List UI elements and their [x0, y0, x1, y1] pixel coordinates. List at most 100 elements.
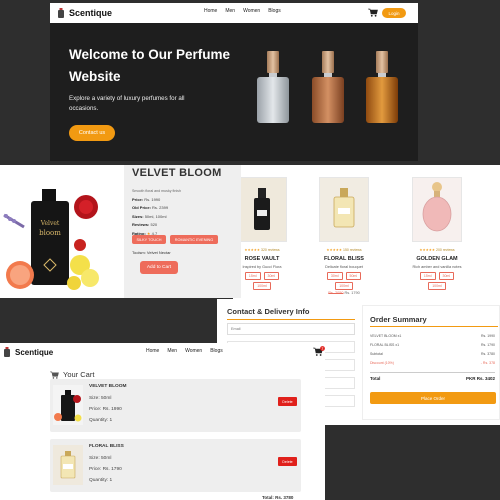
velvet-bloom-thumbnail [53, 385, 83, 425]
review-count: 200 reviews [436, 248, 455, 252]
hero-title: Welcome to Our Perfume Website [69, 47, 231, 84]
total-value: PKR Rs. 3402 [465, 376, 495, 381]
cart-item-name: FLORAL BLISS [89, 444, 124, 449]
summary-label: FLORAL BLISS x1 [370, 343, 400, 347]
size-option[interactable]: 50ml [345, 272, 362, 280]
velvet-bloom-product-image: Velvet bloom [0, 165, 124, 298]
delete-button[interactable]: Delete [278, 397, 297, 406]
cart-panel: Scentique Home Men Women Blogs 2 Your Ca… [0, 343, 325, 500]
cart-nav-links: Home Men Women Blogs [146, 348, 223, 354]
product-description: Rich amber and vanilla notes [412, 265, 462, 269]
golden-glam-bottle-icon [422, 182, 452, 232]
cart-total: Total: Rs. 3780 [262, 495, 294, 500]
size-option[interactable]: 15ml [244, 272, 261, 280]
size-option[interactable]: 100ml [335, 282, 353, 290]
sizes-value: 50ml, 100ml [144, 213, 167, 219]
old-price-value: Rs. 2399 [152, 205, 169, 211]
summary-row: VELVET BLOOM x1 Rs. 1990 [370, 334, 495, 338]
cart-item-size: Size: 50ml [89, 396, 112, 401]
detail-old-price: Old Price: Rs. 2399 [132, 204, 181, 213]
size-option[interactable]: 30ml [263, 272, 280, 280]
old-price: Rs. 2050 [328, 291, 344, 295]
cart-item-price: Price: Rs. 1790 [89, 467, 122, 472]
divider [370, 372, 495, 373]
nav-women[interactable]: Women [185, 348, 202, 354]
product-name: FLORAL BLISS [324, 256, 364, 262]
contact-us-button[interactable]: Contact us [69, 125, 115, 141]
cart-button[interactable]: 2 [313, 346, 325, 357]
order-summary-title: Order Summary [370, 315, 427, 324]
review-count: 320 reviews [261, 248, 280, 252]
bottle-label-velvet: Velvet [40, 220, 60, 227]
login-button[interactable]: Login [382, 8, 406, 18]
nav-home[interactable]: Home [204, 8, 217, 14]
current-price: Rs. 1790 [344, 291, 360, 295]
nav-home[interactable]: Home [146, 348, 159, 354]
cart-button[interactable] [368, 8, 378, 17]
tag-romantic-evening: ROMANTIC EVENING [170, 235, 218, 244]
your-cart-heading: Your Cart [50, 370, 94, 379]
brand-name: Scentique [15, 347, 54, 357]
brand-logo[interactable]: Scentique [57, 8, 112, 18]
place-order-button[interactable]: Place Order [370, 392, 496, 404]
contact-delivery-title: Contact & Delivery Info [227, 307, 310, 316]
product-detail-specs: Smooth floral and musky finish Price: Rs… [132, 187, 181, 239]
rating-stars: ★★★★★ [419, 248, 436, 252]
cart-item-name: VELVET BLOOM [89, 384, 127, 389]
product-rating: ★★★★★ 150 reviews [315, 248, 373, 252]
size-option[interactable]: 100ml [253, 282, 271, 290]
discount-label: Discount (10%) [370, 361, 394, 365]
size-option[interactable]: 100ml [428, 282, 446, 290]
product-image [412, 177, 462, 242]
divider [227, 319, 355, 320]
hero-nav-links: Home Men Women Blogs [204, 8, 281, 14]
summary-row: FLORAL BLISS x1 Rs. 1790 [370, 343, 495, 347]
hero-panel: Scentique Home Men Women Blogs Login Wel… [50, 3, 418, 161]
product-rating: ★★★★★ 200 reviews [408, 248, 466, 252]
product-image [319, 177, 369, 242]
size-options: 15ml 30ml [408, 272, 466, 280]
floral-bliss-bottle-icon [333, 188, 355, 228]
size-options: 15ml 30ml [233, 272, 291, 280]
cart-navbar: Scentique Home Men Women Blogs 2 [0, 343, 325, 361]
perfume-logo-icon [4, 347, 10, 357]
product-card-rose-vault[interactable]: ★★★★★ 320 reviews ROSE VAULT Inspired by… [233, 173, 291, 297]
product-card-golden-glam[interactable]: ★★★★★ 200 reviews GOLDEN GLAM Rich amber… [408, 173, 466, 297]
size-option[interactable]: 30ml [438, 272, 455, 280]
hero-subtitle: Explore a variety of luxury perfumes for… [69, 95, 185, 112]
rating-stars: ★★★★★ [244, 248, 261, 252]
summary-discount-row: Discount (10%) - Rs. 378 [370, 361, 495, 365]
product-description: Delicate floral bouquet [325, 265, 363, 269]
product-card-floral-bliss[interactable]: ★★★★★ 150 reviews FLORAL BLISS Delicate … [315, 173, 373, 297]
perfume-logo-icon [58, 8, 64, 18]
reviews-label: Reviews: [132, 222, 150, 228]
brand-name: Scentique [69, 8, 113, 18]
summary-label: VELVET BLOOM x1 [370, 334, 402, 338]
product-name: ROSE VAULT [244, 256, 280, 262]
nav-blogs[interactable]: Blogs [210, 348, 223, 354]
products-panel: ★★★★★ 320 reviews ROSE VAULT Inspired by… [233, 165, 500, 301]
cart-count-badge: 2 [321, 347, 323, 351]
nav-men[interactable]: Men [167, 348, 177, 354]
size-option[interactable]: 15ml [419, 272, 436, 280]
product-detail-panel: Velvet bloom VELVET BLOOM Smooth floral … [0, 165, 241, 298]
cart-item-floral-bliss: FLORAL BLISS Size: 50ml Price: Rs. 1790 … [50, 439, 301, 492]
nav-men[interactable]: Men [225, 8, 235, 14]
email-field[interactable]: Email [227, 323, 355, 335]
delete-button[interactable]: Delete [278, 457, 297, 466]
divider [370, 326, 498, 327]
nav-blogs[interactable]: Blogs [268, 8, 281, 14]
product-name: GOLDEN GLAM [416, 256, 458, 262]
nav-women[interactable]: Women [243, 8, 260, 14]
size-option[interactable]: 30ml [326, 272, 343, 280]
total-label: Total [370, 376, 381, 381]
tag-silky-touch: SILKY TOUCH [132, 235, 166, 244]
hero-navbar: Scentique Home Men Women Blogs Login [50, 3, 418, 23]
summary-label: Subtotal [370, 352, 383, 356]
product-detail-description: Smooth floral and musky finish [132, 189, 181, 193]
add-to-cart-button[interactable]: Add to Cart [140, 261, 178, 274]
rating-stars: ★★★★★ [326, 248, 343, 252]
brand-logo[interactable]: Scentique [3, 347, 53, 357]
cart-item-quantity: Quantity: 1 [89, 478, 113, 483]
floral-bliss-thumbnail [53, 445, 83, 485]
